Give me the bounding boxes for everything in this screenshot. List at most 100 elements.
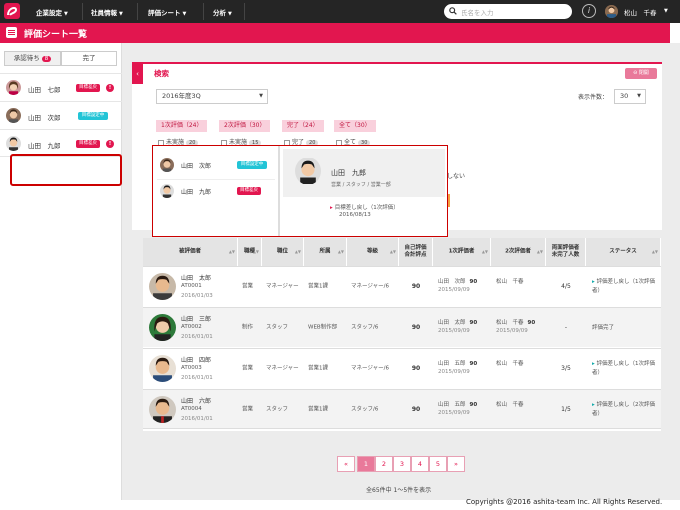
first-evaluator-cell: 山田 五郎 90 2015/09/09 (438, 361, 478, 375)
second-evaluator-cell: 松山 千春 (496, 279, 524, 285)
chevron-down-icon[interactable]: ▼ (664, 8, 668, 14)
nav-company-settings[interactable]: 企業設定 ▼ (36, 7, 68, 17)
page-prev-button[interactable]: « (337, 456, 355, 472)
dept-cell: 営業1課 (308, 283, 328, 290)
column-header[interactable]: 両面評価者 未完了人数 (546, 238, 586, 266)
dept-cell: 営業1課 (308, 406, 328, 413)
nav-analysis[interactable]: 分析 ▼ (213, 7, 232, 17)
status-cell[interactable]: ▸ 評価差し戻し（1次評価者） (586, 349, 661, 389)
pending-count-badge: 8 (41, 56, 52, 62)
filter-chip-complete[interactable]: 完了（24） (282, 120, 324, 132)
avatar (149, 314, 176, 341)
toggle-search-button[interactable]: ⊖ 閉開 (625, 68, 657, 79)
sidebar-person-item[interactable]: 山田 次郎 目標設定中 (0, 101, 122, 129)
page-button[interactable]: 4 (411, 456, 429, 472)
column-header[interactable]: 職種 ▲▼ (238, 238, 262, 266)
position-cell: スタッフ (266, 406, 289, 413)
sidebar-person-item[interactable]: 山田 九郎 目標差戻 ! (0, 129, 122, 157)
page-next-button[interactable]: » (447, 456, 465, 472)
chevron-down-icon: ▼ (259, 93, 263, 99)
tab-pending-approval[interactable]: 承認待ち 8 (4, 51, 61, 66)
employee-name[interactable]: 山田 四郎 (181, 355, 211, 364)
column-header[interactable]: ステータス ▲▼ (586, 238, 661, 266)
nav-divider (82, 3, 83, 20)
employee-name[interactable]: 山田 三郎 (181, 314, 211, 323)
page-size-select[interactable]: 30 ▼ (614, 89, 646, 104)
column-header[interactable]: 1次評価者 ▲▼ (433, 238, 491, 266)
approval-sidebar: 承認待ち 8 完了 山田 七郎 目標差戻 ! 山田 次郎 目標設定中 山田 九郎… (0, 43, 122, 500)
filter-chip-all[interactable]: 全て（30） (334, 120, 376, 132)
status-cell[interactable]: ▸ 評価差し戻し（1次評価者） (586, 267, 661, 307)
popup-list-item[interactable]: 山田 九郎 目標差戻 (157, 179, 275, 201)
search-icon (449, 7, 457, 15)
employee-date: 2016/01/01 (181, 375, 213, 381)
table-row[interactable]: 山田 三郎 AT0002 2016/01/01 制作 スタッフ WEB制作部 ス… (143, 307, 661, 347)
column-header[interactable]: 被評価者 ▲▼ (143, 238, 238, 266)
employee-search[interactable]: 氏名を入力 (444, 4, 572, 19)
position-cell: マネージャー (266, 283, 299, 290)
filter-chip-first-eval[interactable]: 1次評価（24） (156, 120, 208, 132)
history-event[interactable]: 目標差し戻し（1次評価） (330, 203, 399, 211)
remaining-cell: - (564, 324, 568, 331)
hidden-option-text: しない (447, 173, 466, 180)
table-row[interactable]: 山田 太郎 AT0001 2016/01/03 営業 マネージャー 営業1課 マ… (143, 266, 661, 306)
avatar (6, 136, 21, 151)
app-logo-icon[interactable] (4, 3, 20, 19)
search-input[interactable]: 氏名を入力 (461, 7, 494, 17)
remaining-cell: 1/5 (561, 406, 571, 413)
popup-list-item[interactable]: 山田 次郎 目標設定中 (157, 154, 275, 176)
detail-name: 山田 九郎 (331, 169, 366, 177)
chevron-down-icon: ▼ (182, 11, 187, 17)
column-header[interactable]: 所属 ▲▼ (304, 238, 347, 266)
first-evaluator-cell: 山田 次郎 90 2015/09/09 (438, 279, 478, 293)
self-score-cell: 90 (411, 406, 421, 413)
column-header[interactable]: 自己評価 合計評点 (399, 238, 433, 266)
sidebar-person-item[interactable]: 山田 七郎 目標差戻 ! (0, 73, 122, 101)
grade-cell: マネージャー/6 (351, 283, 389, 290)
alert-icon: ! (106, 84, 114, 92)
sidebar-tabs: 承認待ち 8 完了 (4, 51, 117, 66)
employee-name[interactable]: 山田 六郎 (181, 396, 211, 405)
filter-chip-second-eval[interactable]: 2次評価（30） (219, 120, 271, 132)
user-name[interactable]: 松山 千春 (624, 7, 657, 17)
job-cell: 制作 (242, 324, 254, 331)
page-button[interactable]: 2 (375, 456, 393, 472)
top-navbar: 企業設定 ▼ 社員情報 ▼ 評価シート ▼ 分析 ▼ 氏名を入力 i 松山 千春 ▼ (0, 0, 680, 23)
avatar (149, 396, 176, 423)
search-panel-title: 検索 (154, 69, 169, 78)
nav-divider (203, 3, 204, 20)
status-badge: 目標差戻 (237, 187, 261, 195)
table-row[interactable]: 山田 四郎 AT0003 2016/01/01 営業 マネージャー 営業1課 マ… (143, 348, 661, 388)
chevron-down-icon: ▼ (228, 11, 232, 17)
period-select[interactable]: 2016年度3Q ▼ (156, 89, 268, 104)
table-row[interactable]: 山田 六郎 AT0004 2016/01/01 営業 スタッフ 営業1課 スタッ… (143, 389, 661, 429)
column-header[interactable]: 2次評価者 ▲▼ (491, 238, 546, 266)
page-title: 評価シート一覧 (24, 30, 88, 40)
tab-completed[interactable]: 完了 (61, 51, 117, 66)
highlight-empty-slot (10, 154, 122, 186)
employee-id: AT0003 (181, 365, 202, 371)
column-header[interactable]: 等級 ▲▼ (347, 238, 399, 266)
second-evaluator-cell: 松山 千春 90 2015/09/09 (496, 320, 536, 334)
position-cell: マネージャー (266, 365, 299, 372)
person-name: 山田 次郎 (181, 163, 212, 170)
status-cell[interactable]: ▸ 評価差し戻し（2次評価者） (586, 390, 661, 430)
avatar (295, 157, 321, 185)
page-button[interactable]: 3 (393, 456, 411, 472)
page-button[interactable]: 5 (429, 456, 447, 472)
status-badge: 目標差戻 (76, 140, 100, 148)
nav-employee-info[interactable]: 社員情報 ▼ (91, 7, 123, 17)
first-evaluator-cell: 山田 五郎 90 2015/09/09 (438, 402, 478, 416)
self-score-cell: 90 (411, 283, 421, 290)
remaining-cell: 4/5 (561, 283, 571, 290)
employee-id: AT0004 (181, 406, 202, 412)
grade-cell: スタッフ/6 (351, 324, 379, 331)
column-header[interactable]: 職位 ▲▼ (262, 238, 304, 266)
page-button[interactable]: 1 (357, 456, 375, 472)
person-hover-popup: 山田 次郎 目標設定中 山田 九郎 目標差戻 山田 九郎 営業 / スタッフ /… (152, 145, 448, 237)
user-avatar[interactable] (605, 5, 618, 18)
collapse-sidebar-icon[interactable]: ‹ (132, 64, 143, 84)
nav-evaluation-sheet[interactable]: 評価シート ▼ (148, 7, 186, 17)
employee-name[interactable]: 山田 太郎 (181, 273, 211, 282)
info-icon[interactable]: i (582, 4, 596, 18)
